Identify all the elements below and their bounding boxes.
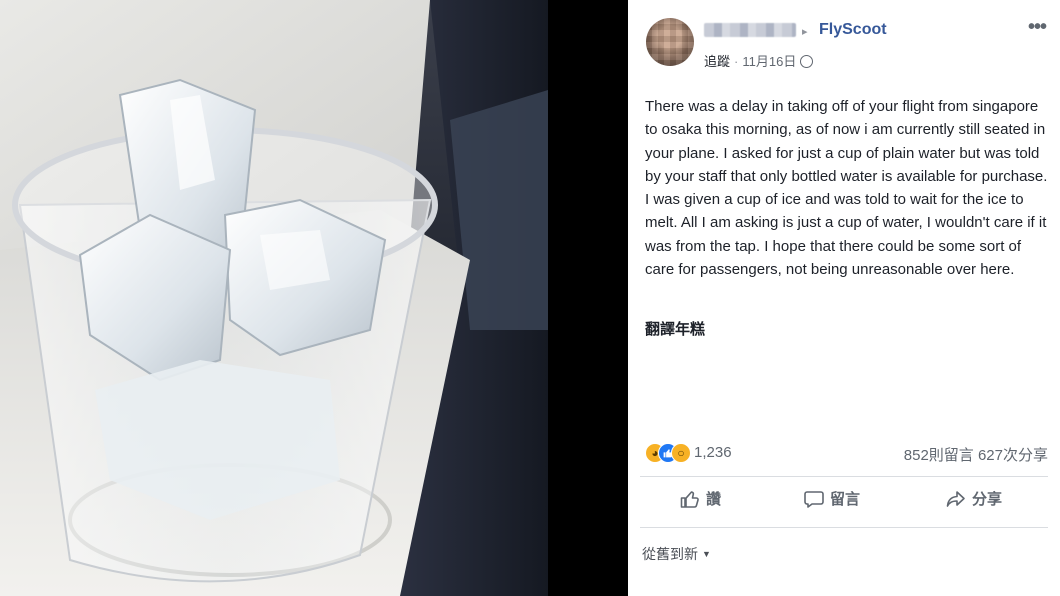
chevron-down-icon: ▼ bbox=[702, 549, 711, 559]
divider bbox=[640, 527, 1048, 528]
cup-of-ice-image bbox=[0, 0, 548, 596]
translate-link[interactable]: 翻譯年糕 bbox=[645, 318, 705, 339]
comment-label: 留言 bbox=[830, 491, 861, 508]
comment-button[interactable]: 留言 bbox=[804, 488, 860, 509]
like-button[interactable]: 讚 bbox=[680, 488, 721, 509]
thumbs-up-icon bbox=[680, 490, 699, 508]
page-link-flyscoot[interactable]: FlyScoot bbox=[819, 21, 887, 39]
post-date[interactable]: 11月16日 bbox=[742, 54, 796, 69]
post-body: There was a delay in taking off of your … bbox=[645, 98, 1048, 279]
author-name-blurred[interactable] bbox=[704, 23, 796, 37]
facebook-post: ▸ FlyScoot ••• 追蹤 · 11月16日 There was a del… bbox=[628, 0, 1060, 596]
sort-label: 從舊到新 bbox=[642, 546, 698, 562]
post-photo[interactable] bbox=[0, 0, 548, 596]
comments-shares-count[interactable]: 852則留言 627次分享 bbox=[904, 444, 1048, 465]
meta-separator: · bbox=[734, 54, 739, 69]
like-label: 讚 bbox=[706, 491, 722, 508]
globe-icon bbox=[800, 55, 814, 68]
comment-bubble-icon bbox=[804, 490, 824, 508]
follow-link[interactable]: 追蹤 bbox=[704, 54, 730, 69]
comment-sort-dropdown[interactable]: 從舊到新 ▼ bbox=[642, 544, 711, 564]
arrow-right-icon: ▸ bbox=[802, 26, 808, 38]
post-meta: 追蹤 · 11月16日 bbox=[704, 51, 814, 70]
share-button[interactable]: 分享 bbox=[946, 488, 1002, 509]
image-divider bbox=[548, 0, 628, 596]
divider bbox=[640, 476, 1048, 477]
share-arrow-icon bbox=[946, 490, 965, 507]
avatar[interactable] bbox=[646, 18, 694, 66]
share-label: 分享 bbox=[972, 491, 1003, 508]
more-options-icon[interactable]: ••• bbox=[1028, 16, 1047, 39]
reaction-count[interactable]: 1,236 bbox=[694, 444, 732, 461]
wow-icon: ○ bbox=[671, 443, 691, 463]
